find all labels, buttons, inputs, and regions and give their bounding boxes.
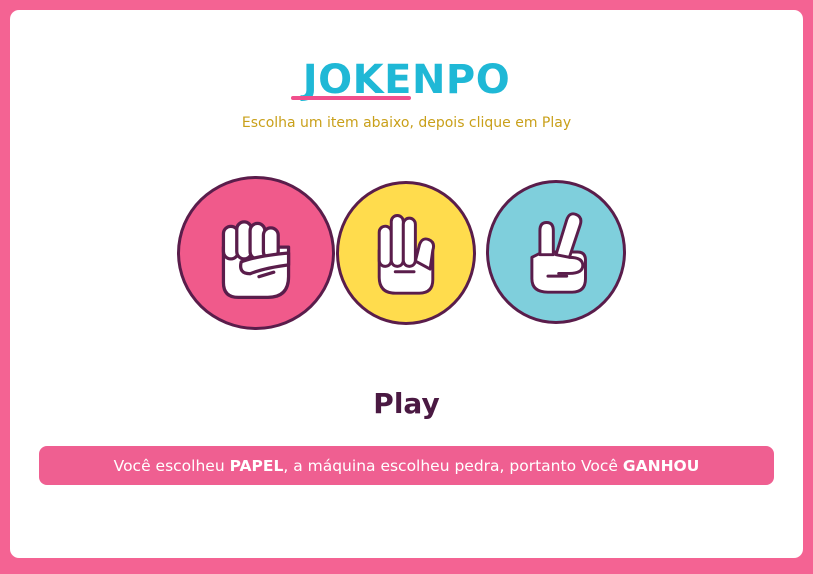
choice-rock-button[interactable]: [177, 176, 335, 330]
result-banner: Você escolheu PAPEL, a máquina escolheu …: [39, 446, 774, 485]
result-text-middle: , a máquina escolheu pedra, portanto Voc…: [283, 456, 623, 475]
open-hand-icon: [377, 214, 436, 295]
result-player-choice: PAPEL: [229, 456, 284, 475]
choice-paper-button[interactable]: [336, 181, 476, 325]
choice-scissors-button[interactable]: [486, 180, 626, 324]
play-button[interactable]: Play: [365, 387, 447, 420]
result-outcome: GANHOU: [622, 456, 700, 475]
game-card: JOKENPO Escolha um item abaixo, depois c…: [10, 10, 803, 558]
play-button-wrapper: Play: [10, 387, 803, 420]
result-text-prefix: Você escolheu: [113, 456, 230, 475]
peace-hand-icon: [530, 212, 587, 294]
fist-icon: [221, 220, 291, 300]
